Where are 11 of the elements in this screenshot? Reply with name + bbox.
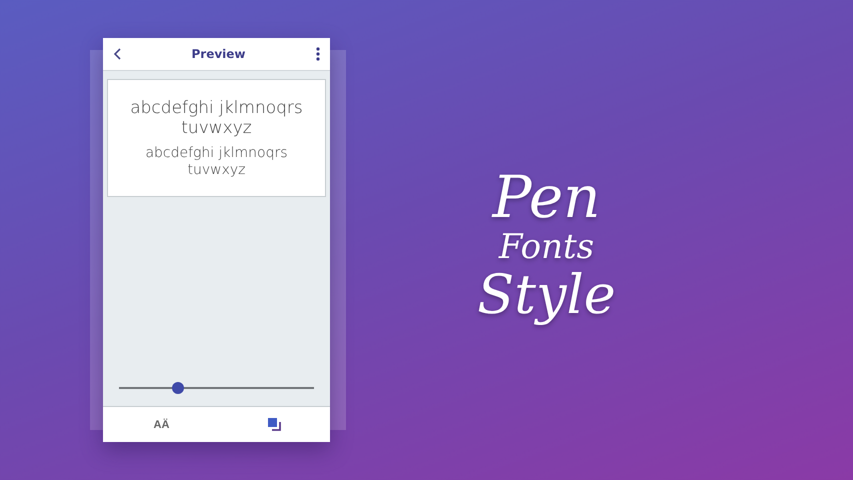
sample-text: abcdefghi jklmnoqrs tuvwxyz [129,98,304,139]
headline-word: Pen [492,168,601,226]
text-size-button[interactable]: AÄ [152,416,172,432]
screen-title: Preview [191,47,246,61]
sample-text: abcdefghi jklmnoqrs tuvwxyz [144,144,289,178]
size-slider[interactable] [119,382,314,394]
layers-icon[interactable] [268,418,282,431]
headline-word: Fonts [498,230,594,264]
more-menu-icon[interactable] [316,47,320,61]
slider-thumb[interactable] [172,382,184,394]
back-icon[interactable] [113,48,121,60]
